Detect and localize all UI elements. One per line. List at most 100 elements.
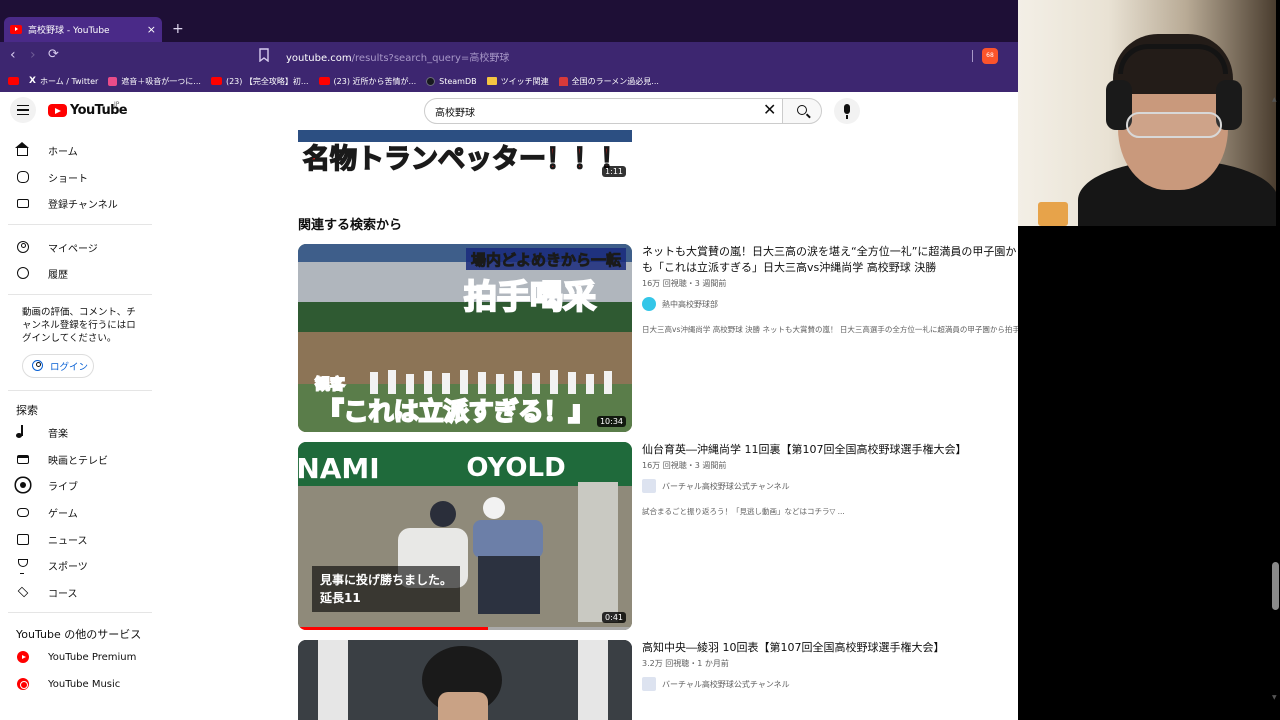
channel-link[interactable]: バーチャル高校野球公式チャンネル (642, 479, 1018, 493)
bookmark-video-2[interactable]: (23) 近所から苦情が... (318, 76, 416, 87)
search-button[interactable] (782, 98, 822, 124)
sidebar-item-movies[interactable]: 映画とテレビ (16, 449, 108, 469)
account-icon (16, 240, 30, 254)
thumbnail-caption-line: 延長11 (320, 591, 361, 605)
explore-heading: 探索 (16, 404, 38, 417)
bookmark-ramen[interactable]: 全国のラーメン過必見... (558, 76, 659, 87)
sidebar-item-gaming[interactable]: ゲーム (16, 502, 78, 522)
forward-button[interactable]: › (30, 47, 36, 63)
microphone-icon[interactable] (834, 98, 860, 124)
scroll-up-arrow-icon[interactable]: ▲ (1272, 96, 1277, 103)
sidebar-divider (8, 612, 152, 613)
thumbnail-text: 拍手喝采 (464, 277, 596, 316)
browser-tab[interactable]: 高校野球 - YouTube × (4, 17, 162, 42)
channel-avatar (642, 479, 656, 493)
watch-progress-track (298, 627, 632, 630)
url-host: youtube.com (286, 53, 352, 64)
bookmark-video-1[interactable]: (23) 【完全攻略】初... (210, 76, 309, 87)
sidebar-item-you[interactable]: マイページ (16, 237, 98, 257)
tab-bar: 高校野球 - YouTube × + (0, 0, 1018, 42)
sidebar-item-youtube-premium[interactable]: YouTube Premium (16, 647, 136, 667)
sidebar-item-label: ライブ (48, 481, 78, 493)
youtube-icon (318, 77, 330, 85)
scrollbar-thumb[interactable] (1272, 562, 1279, 610)
sidebar-item-sports[interactable]: スポーツ (16, 555, 88, 575)
clear-search-icon[interactable]: ✕ (763, 102, 776, 118)
sidebar-item-home[interactable]: ホーム (15, 140, 78, 160)
tab-close-icon[interactable]: × (147, 23, 156, 36)
site-icon (108, 76, 118, 86)
new-tab-button[interactable]: + (172, 21, 184, 37)
sidebar-item-music[interactable]: 音楽 (16, 422, 68, 442)
thumbnail-text: 場内どよめきから一転 (471, 251, 621, 269)
more-from-youtube-heading: YouTube の他のサービス (16, 628, 142, 641)
sidebar-item-label: 映画とテレビ (48, 455, 108, 467)
sidebar-item-news[interactable]: ニュース (16, 529, 88, 549)
sidebar-item-subscriptions[interactable]: 登録チャンネル (16, 193, 118, 213)
login-label: ログイン (50, 362, 89, 373)
back-button[interactable]: ‹ (10, 47, 16, 63)
glasses (1126, 112, 1222, 138)
channel-link[interactable]: 熱中高校野球部 (642, 297, 1018, 311)
news-icon (16, 532, 30, 546)
youtube-favicon-icon (10, 25, 22, 34)
video-meta: 3.2万 回視聴・1 か月前 (642, 659, 729, 668)
bookmark-steamdb[interactable]: SteamDB (426, 76, 477, 86)
reload-button[interactable]: ⟳ (48, 47, 59, 62)
video-thumbnail[interactable]: 名物トランペッター！！！ 1:11 (298, 130, 632, 182)
channel-link[interactable]: バーチャル高校野球公式チャンネル (642, 677, 1018, 691)
thumbnail-text: OYOLD (466, 453, 565, 483)
bookmark-label: ホーム / Twitter (39, 76, 99, 86)
video-meta: 16万 回視聴・3 週間前 (642, 279, 727, 288)
bookmark-folder-twitch[interactable]: ツイッチ関連 (486, 76, 549, 87)
channel-name: 熱中高校野球部 (662, 299, 718, 309)
sidebar-item-label: 履歴 (48, 269, 68, 281)
gaming-icon (16, 505, 30, 519)
video-thumbnail[interactable] (298, 640, 632, 720)
sidebar-divider (8, 390, 152, 391)
bookmark-youtube[interactable] (8, 77, 19, 85)
logo-region: JP (114, 101, 120, 108)
sidebar-item-label: 登録チャンネル (48, 199, 118, 211)
sidebar-item-history[interactable]: 履歴 (16, 263, 68, 283)
sidebar-item-courses[interactable]: コース (16, 582, 78, 602)
video-duration: 0:41 (602, 612, 626, 623)
courses-icon (16, 585, 30, 599)
sidebar-divider (8, 224, 152, 225)
bookmark-icon[interactable] (258, 48, 270, 62)
video-thumbnail[interactable]: 場内どよめきから一転 拍手喝采 観客 『これは立派すぎる！』 10:34 (298, 244, 632, 432)
thumbnail-caption: 見事に投げ勝ちました。 延長11 (312, 566, 461, 612)
thumbnail-caption-line: 見事に投げ勝ちました。 (320, 573, 453, 587)
live-icon (16, 478, 30, 492)
video-title[interactable]: 高知中央―綾羽 10回表【第107回全国高校野球選手権大会】 (642, 640, 1018, 656)
cup (1038, 202, 1068, 226)
history-icon (16, 266, 30, 280)
sidebar-item-shorts[interactable]: ショート (16, 167, 88, 187)
sidebar-item-label: 音楽 (48, 428, 68, 440)
bookmark-twitter[interactable]: X ホーム / Twitter (29, 76, 98, 87)
search-value: 高校野球 (435, 107, 475, 119)
login-button[interactable]: ログイン (22, 354, 94, 378)
youtube-music-icon (16, 677, 30, 691)
movies-icon (16, 452, 30, 466)
sidebar-item-live[interactable]: ライブ (16, 475, 78, 495)
video-title[interactable]: 仙台育英―沖縄尚学 11回裏【第107回全国高校野球選手権大会】 (642, 442, 1018, 458)
webcam-overlay (1018, 0, 1276, 226)
shorts-icon (16, 170, 30, 184)
video-description: 試合まるごと振り返ろう！「見逃し動画」などはコチラ▽ ... (642, 507, 845, 516)
bookmark-soundproof[interactable]: 遮音＋吸音が一つに... (108, 76, 201, 87)
youtube-icon (8, 77, 19, 85)
scroll-down-arrow-icon[interactable]: ▼ (1272, 694, 1277, 701)
sidebar-item-label: コース (48, 588, 78, 600)
video-title[interactable]: ネットも大賞賛の嵐！日大三高の涙を堪え“全方位一礼”に超満員の甲子園から拍手喝采… (642, 244, 1018, 276)
sidebar-item-youtube-music[interactable]: YouTube Music (16, 674, 120, 694)
youtube-logo[interactable]: YouTube JP (48, 101, 128, 118)
search-input[interactable]: 高校野球 (424, 98, 784, 124)
video-thumbnail[interactable]: NAMI OYOLD 見事に投げ勝ちました。 延長11 0:41 (298, 442, 632, 630)
sports-icon (16, 558, 30, 574)
browser-toolbar: ‹ › ⟳ youtube.com/results?search_query=高… (0, 42, 1018, 70)
brave-shields-icon[interactable]: 68 (982, 48, 998, 64)
guide-menu-button[interactable] (10, 97, 36, 123)
address-bar[interactable]: youtube.com/results?search_query=高校野球 (286, 49, 509, 64)
video-info: ネットも大賞賛の嵐！日大三高の涙を堪え“全方位一礼”に超満員の甲子園から拍手喝采… (642, 244, 1018, 335)
